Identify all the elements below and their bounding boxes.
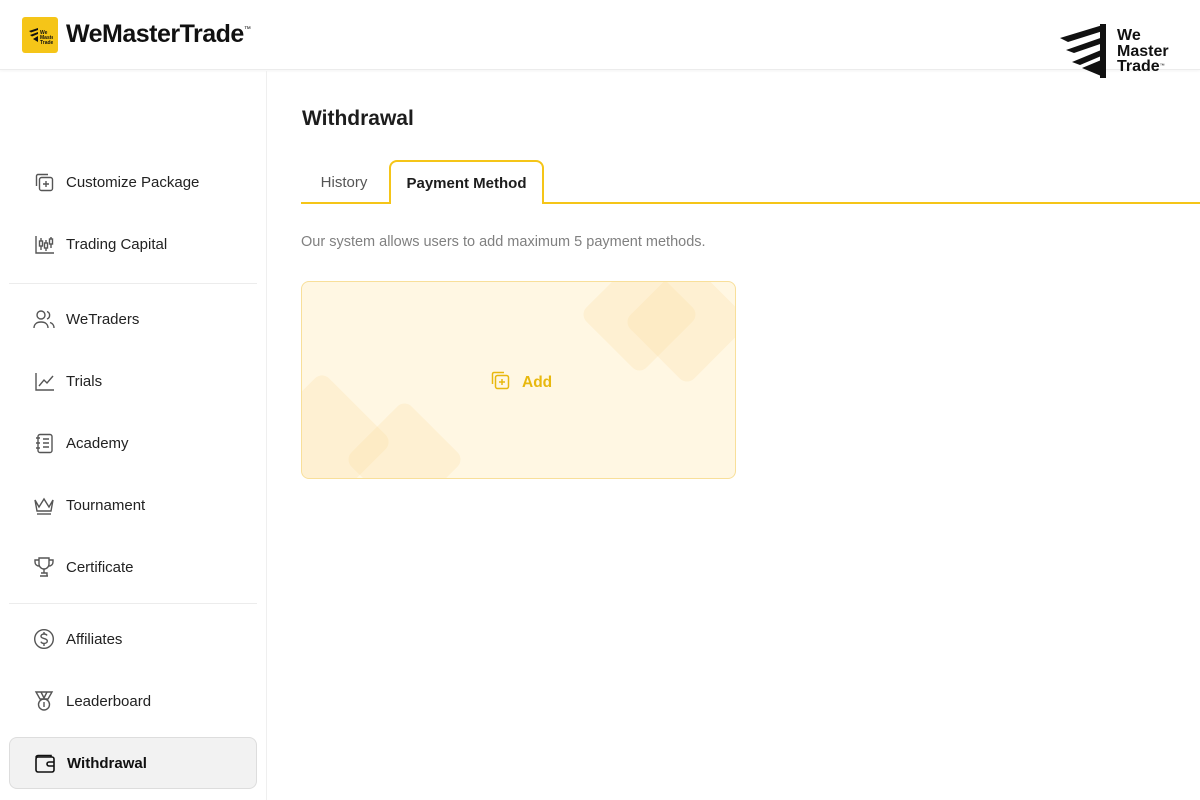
sidebar-item-label: Trading Capital	[66, 235, 168, 253]
dollar-circle-icon	[33, 628, 55, 650]
sidebar-item-label: Trials	[66, 372, 103, 390]
sidebar-item-academy[interactable]: Academy	[9, 417, 257, 469]
sidebar-item-label: Academy	[66, 434, 129, 452]
sidebar-item-leaderboard[interactable]: Leaderboard	[9, 675, 257, 727]
sidebar-item-withdrawal[interactable]: Withdrawal	[9, 737, 257, 789]
line-chart-icon	[33, 370, 55, 392]
sidebar-item-trading-capital[interactable]: Trading Capital	[9, 218, 257, 270]
sidebar-item-label: Certificate	[66, 558, 134, 576]
add-payment-method-card[interactable]: Add	[301, 281, 736, 479]
medal-icon	[33, 690, 55, 712]
sidebar-item-label: Leaderboard	[66, 692, 152, 710]
add-button[interactable]: Add	[490, 370, 552, 396]
add-copy-icon	[490, 370, 511, 396]
tab-history[interactable]: History	[301, 160, 387, 204]
sidebar-divider	[9, 283, 257, 284]
sidebar-item-label: Withdrawal	[67, 754, 147, 772]
add-label: Add	[522, 374, 553, 391]
sidebar-item-certificate[interactable]: Certificate	[9, 541, 257, 593]
payment-limit-info: Our system allows users to add maximum 5…	[301, 234, 706, 250]
tab-payment-method[interactable]: Payment Method	[389, 160, 544, 204]
brand-mark-icon	[1060, 24, 1106, 78]
notebook-icon	[33, 432, 55, 454]
sidebar-item-label: Affiliates	[66, 630, 123, 648]
sidebar-item-affiliates[interactable]: Affiliates	[9, 613, 257, 665]
logo-icon[interactable]: We Master Trade	[22, 17, 58, 53]
sidebar-divider	[9, 603, 257, 604]
add-copy-icon	[33, 171, 55, 193]
sidebar: Customize Package Trading Capital WeTrad…	[0, 71, 267, 800]
trophy-icon	[33, 556, 55, 578]
sidebar-item-label: WeTraders	[66, 310, 140, 328]
wallet-icon	[34, 752, 56, 774]
logo-text[interactable]: WeMasterTrade™	[66, 20, 251, 49]
brand-wordmark: We Master Trade™	[1117, 27, 1169, 75]
sidebar-item-wetraders[interactable]: WeTraders	[9, 293, 257, 345]
svg-text:Trade: Trade	[40, 40, 53, 45]
sidebar-item-customize-package[interactable]: Customize Package	[9, 156, 257, 208]
sidebar-item-trials[interactable]: Trials	[9, 355, 257, 407]
page-title: Withdrawal	[302, 107, 414, 130]
top-header: We Master Trade WeMasterTrade™ We Master…	[0, 0, 1200, 78]
sidebar-item-tournament[interactable]: Tournament	[9, 479, 257, 531]
crown-icon	[33, 494, 55, 516]
users-icon	[33, 308, 55, 330]
candlestick-icon	[33, 233, 55, 255]
sidebar-item-label: Tournament	[66, 496, 146, 514]
sidebar-item-label: Customize Package	[66, 173, 200, 191]
